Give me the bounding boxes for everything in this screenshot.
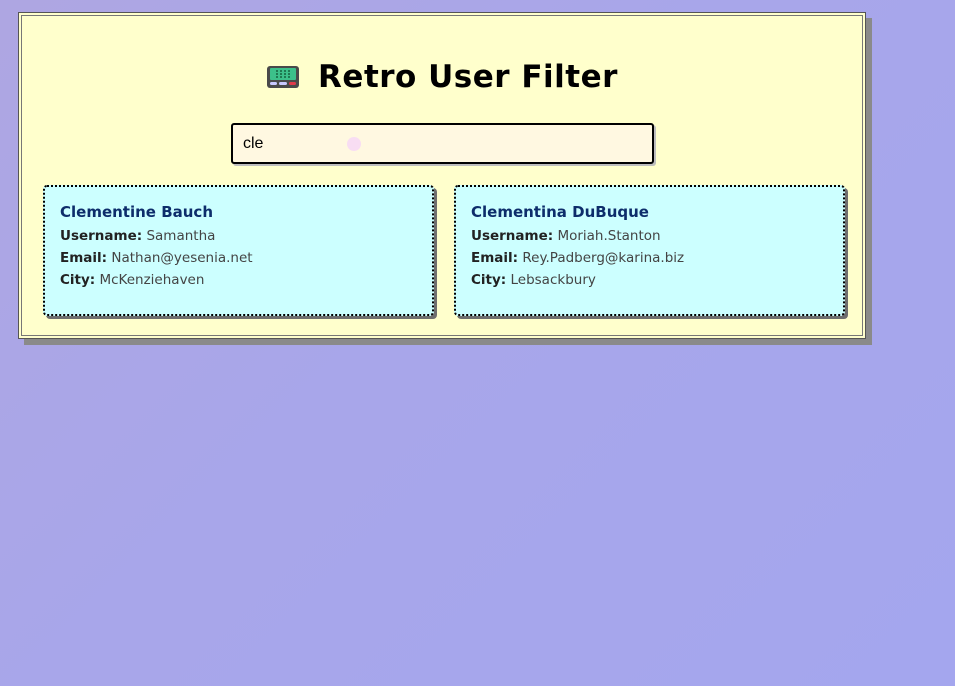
user-email-row: Email: Rey.Padberg@karina.biz xyxy=(471,250,828,266)
email-label: Email: xyxy=(60,250,108,266)
mouse-cursor-indicator xyxy=(347,137,361,151)
filter-panel: Retro User Filter Clementine Bauch Usern… xyxy=(18,12,866,339)
user-email-row: Email: Nathan@yesenia.net xyxy=(60,250,417,266)
city-value: McKenziehaven xyxy=(99,272,205,288)
user-card-list: Clementine Bauch Username: Samantha Emai… xyxy=(43,185,845,316)
pager-icon xyxy=(266,64,300,90)
email-value: Nathan@yesenia.net xyxy=(111,250,253,266)
user-name: Clementine Bauch xyxy=(60,203,213,221)
city-value: Lebsackbury xyxy=(510,272,596,288)
user-name: Clementina DuBuque xyxy=(471,203,649,221)
username-label: Username: xyxy=(471,228,554,244)
user-card[interactable]: Clementine Bauch Username: Samantha Emai… xyxy=(43,185,434,316)
search-input[interactable] xyxy=(231,123,654,164)
city-label: City: xyxy=(471,272,507,288)
email-label: Email: xyxy=(471,250,519,266)
username-label: Username: xyxy=(60,228,143,244)
user-username-row: Username: Samantha xyxy=(60,228,417,244)
page-title: Retro User Filter xyxy=(318,59,618,95)
email-value: Rey.Padberg@karina.biz xyxy=(522,250,685,266)
username-value: Moriah.Stanton xyxy=(557,228,661,244)
header: Retro User Filter xyxy=(19,59,865,95)
city-label: City: xyxy=(60,272,96,288)
user-card[interactable]: Clementina DuBuque Username: Moriah.Stan… xyxy=(454,185,845,316)
user-city-row: City: Lebsackbury xyxy=(471,272,828,288)
user-username-row: Username: Moriah.Stanton xyxy=(471,228,828,244)
username-value: Samantha xyxy=(146,228,216,244)
user-city-row: City: McKenziehaven xyxy=(60,272,417,288)
